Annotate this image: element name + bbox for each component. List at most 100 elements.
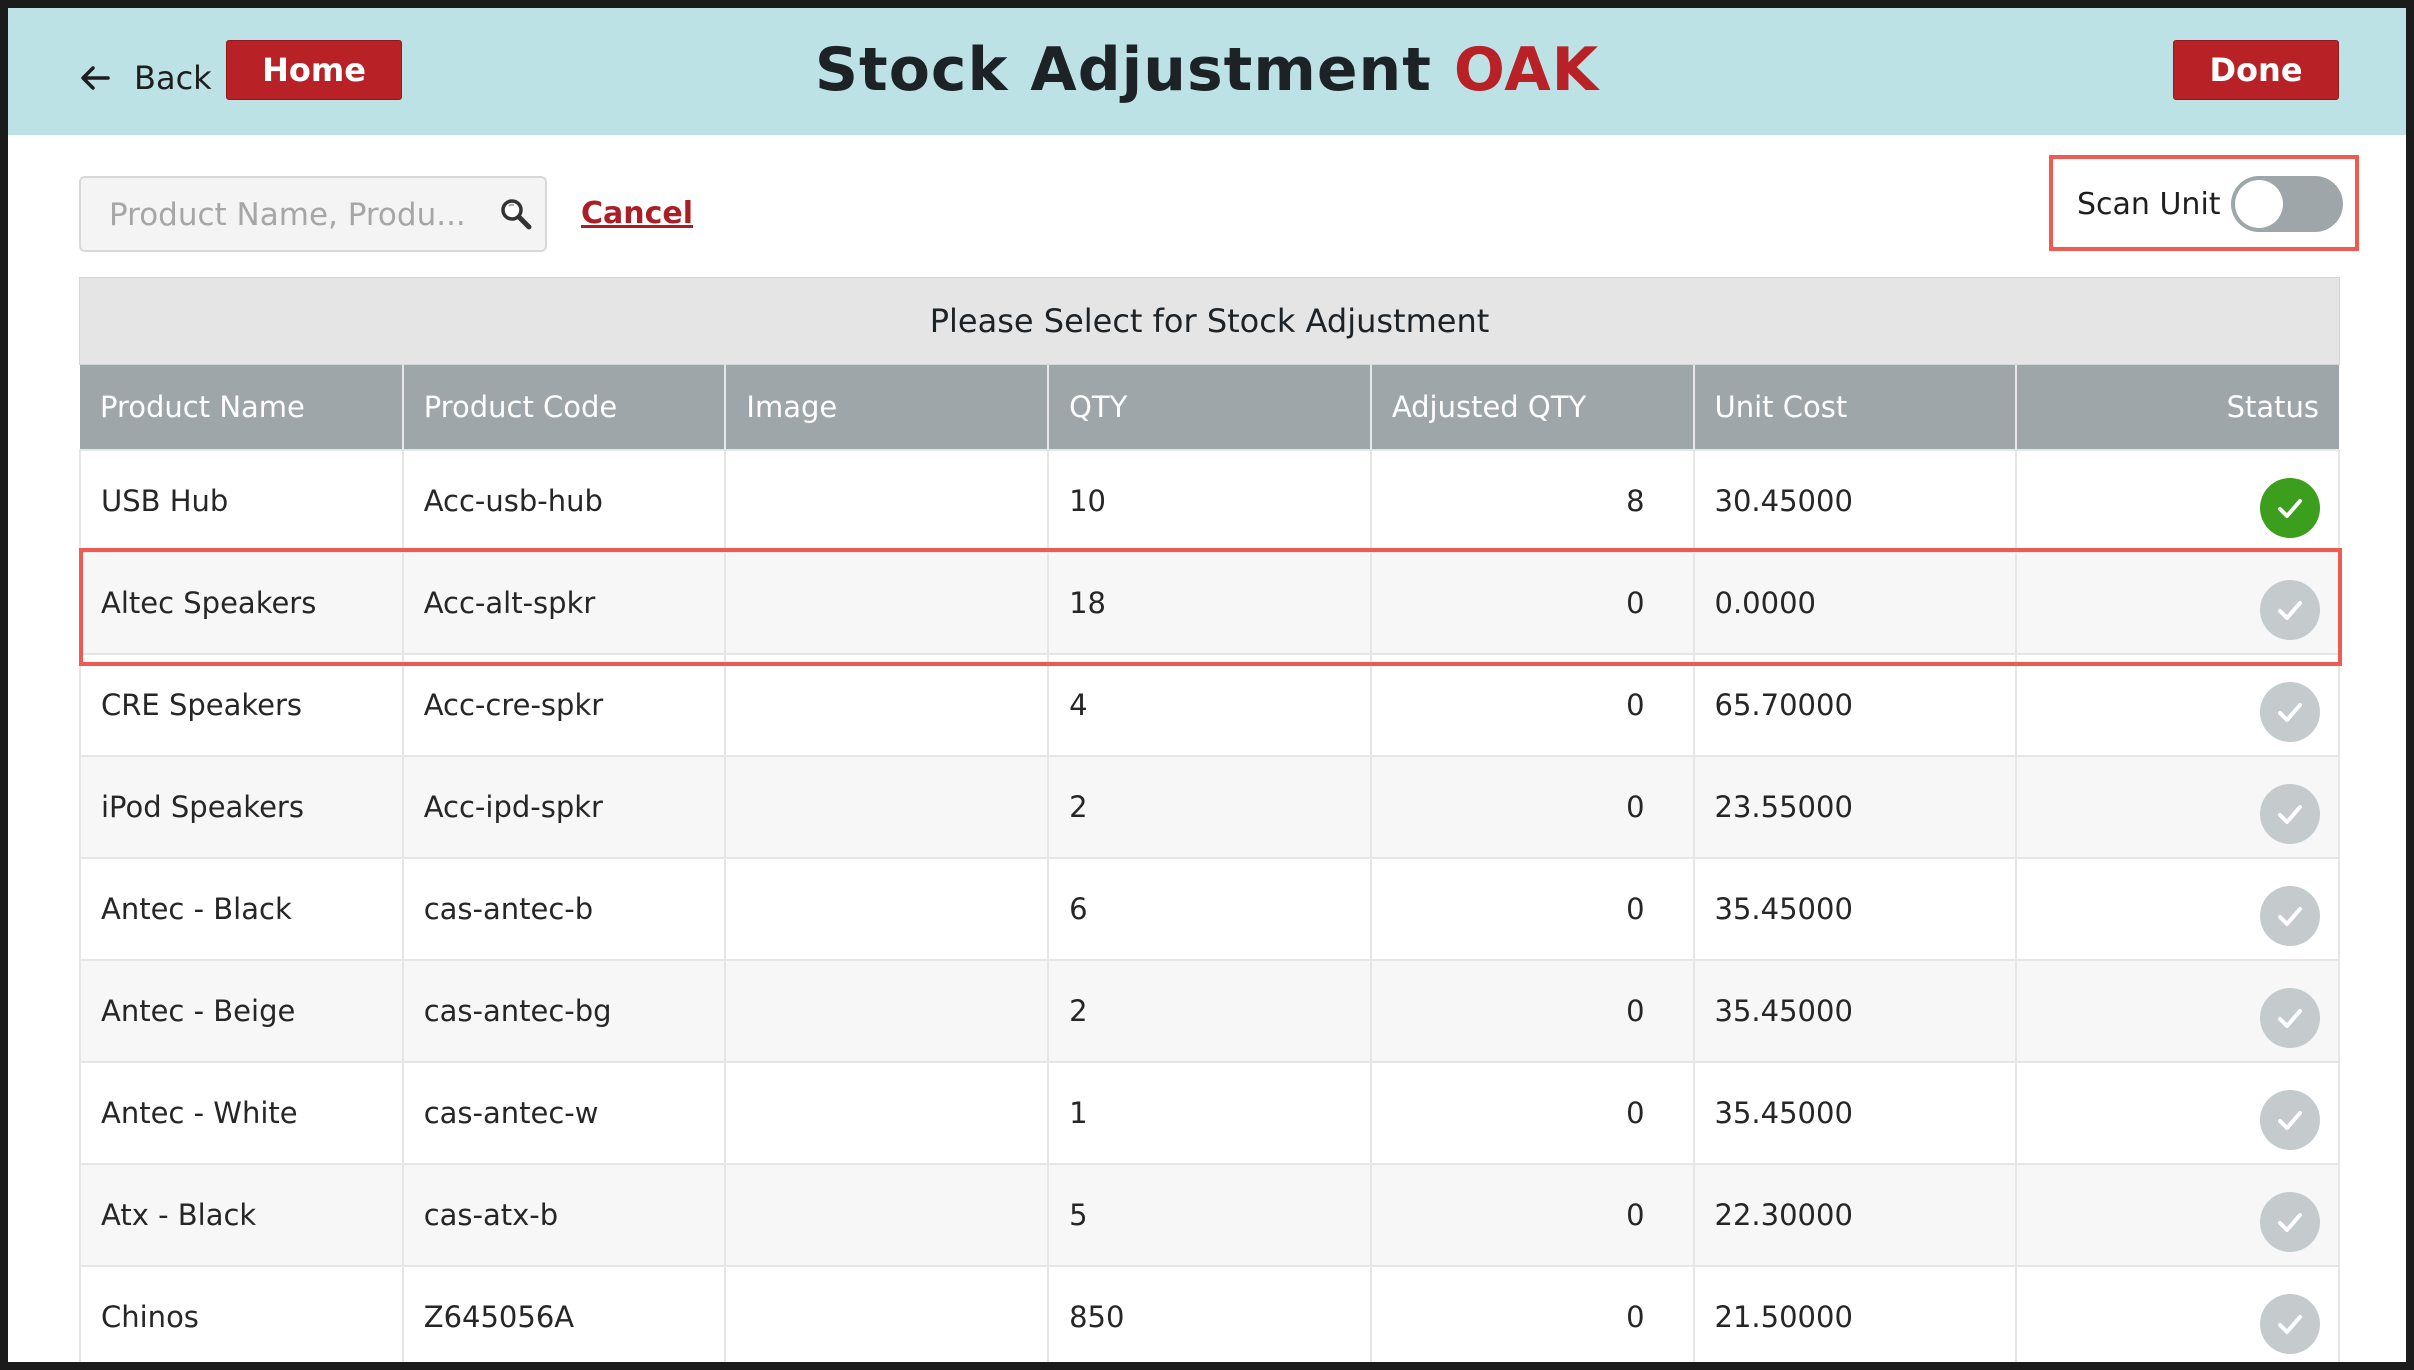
scan-unit-label: Scan Unit (2077, 187, 2221, 222)
column-header-status: Status (2016, 365, 2339, 450)
check-circle-icon[interactable] (2260, 1192, 2320, 1252)
unit-cost-cell: 23.55000 (1692, 755, 2018, 859)
qty-cell: 6 (1047, 857, 1372, 961)
search-input[interactable] (109, 194, 489, 236)
product-code-cell: Acc-ipd-spkr (401, 755, 727, 859)
adjusted-qty-cell[interactable]: 0 (1369, 755, 1695, 859)
qty-cell: 2 (1047, 755, 1372, 859)
adjusted-qty-cell[interactable]: 0 (1369, 653, 1695, 757)
status-cell (2015, 755, 2340, 859)
scan-unit-toggle[interactable] (2231, 176, 2343, 232)
status-cell (2015, 551, 2340, 655)
table-row[interactable]: CRE Speakers Acc-cre-spkr 4 0 65.70000 (79, 653, 2340, 757)
scan-unit-control: Scan Unit (2049, 155, 2359, 251)
unit-cost-cell: 30.45000 (1692, 449, 2018, 553)
product-name-cell: iPod Speakers (79, 755, 404, 859)
table-row[interactable]: USB Hub Acc-usb-hub 10 8 30.45000 (79, 449, 2340, 553)
adjusted-qty-cell[interactable]: 0 (1369, 1061, 1695, 1165)
status-cell (2015, 1265, 2340, 1362)
status-cell (2015, 1061, 2340, 1165)
image-cell (724, 1061, 1050, 1165)
unit-cost-cell: 35.45000 (1692, 959, 2018, 1063)
page-title: Stock Adjustment OAK (8, 35, 2406, 105)
column-header-product-code: Product Code (402, 365, 727, 450)
table-header-row: Product Name Product Code Image QTY Adju… (80, 365, 2339, 450)
adjusted-qty-cell[interactable]: 0 (1369, 857, 1695, 961)
unit-cost-cell: 35.45000 (1692, 1061, 2018, 1165)
qty-cell: 5 (1047, 1163, 1372, 1267)
qty-cell: 850 (1047, 1265, 1372, 1362)
product-name-cell: CRE Speakers (79, 653, 404, 757)
check-circle-icon[interactable] (2260, 886, 2320, 946)
image-cell (724, 653, 1050, 757)
product-name-cell: USB Hub (79, 449, 404, 553)
qty-cell: 4 (1047, 653, 1372, 757)
table-row[interactable]: Altec Speakers Acc-alt-spkr 18 0 0.0000 (79, 551, 2340, 655)
image-cell (724, 755, 1050, 859)
adjusted-qty-cell[interactable]: 0 (1369, 1163, 1695, 1267)
product-name-cell: Antec - Black (79, 857, 404, 961)
header-bar: Back Home Stock Adjustment OAK Done (8, 8, 2406, 135)
unit-cost-cell: 35.45000 (1692, 857, 2018, 961)
cancel-link[interactable]: Cancel (581, 196, 693, 231)
unit-cost-cell: 21.50000 (1692, 1265, 2018, 1362)
check-circle-icon[interactable] (2260, 1294, 2320, 1354)
status-cell (2015, 449, 2340, 553)
image-cell (724, 551, 1050, 655)
column-header-qty: QTY (1048, 365, 1372, 450)
product-name-cell: Antec - Beige (79, 959, 404, 1063)
status-cell (2015, 653, 2340, 757)
qty-cell: 18 (1047, 551, 1372, 655)
image-cell (724, 449, 1050, 553)
status-cell (2015, 959, 2340, 1063)
qty-cell: 1 (1047, 1061, 1372, 1165)
check-circle-icon[interactable] (2260, 988, 2320, 1048)
table-row[interactable]: iPod Speakers Acc-ipd-spkr 2 0 23.55000 (79, 755, 2340, 859)
table-row[interactable]: Atx - Black cas-atx-b 5 0 22.30000 (79, 1163, 2340, 1267)
adjusted-qty-cell[interactable]: 0 (1369, 959, 1695, 1063)
adjusted-qty-cell[interactable]: 0 (1369, 1265, 1695, 1362)
product-code-cell: Acc-usb-hub (401, 449, 727, 553)
column-header-image: Image (725, 365, 1050, 450)
image-cell (724, 857, 1050, 961)
search-box (79, 176, 547, 252)
table-row[interactable]: Chinos Z645056A 850 0 21.50000 (79, 1265, 2340, 1362)
product-code-cell: Z645056A (401, 1265, 727, 1362)
product-name-cell: Atx - Black (79, 1163, 404, 1267)
toggle-knob (2235, 180, 2283, 228)
unit-cost-cell: 0.0000 (1692, 551, 2018, 655)
product-code-cell: cas-antec-b (401, 857, 727, 961)
table-caption: Please Select for Stock Adjustment (79, 277, 2340, 365)
product-code-cell: cas-antec-w (401, 1061, 727, 1165)
product-code-cell: cas-atx-b (401, 1163, 727, 1267)
image-cell (724, 959, 1050, 1063)
stock-table: Please Select for Stock Adjustment Produ… (79, 277, 2340, 1362)
status-cell (2015, 1163, 2340, 1267)
image-cell (724, 1265, 1050, 1362)
table-row[interactable]: Antec - White cas-antec-w 1 0 35.45000 (79, 1061, 2340, 1165)
check-circle-icon[interactable] (2260, 580, 2320, 640)
product-name-cell: Chinos (79, 1265, 404, 1362)
adjusted-qty-cell[interactable]: 0 (1369, 551, 1695, 655)
product-code-cell: cas-antec-bg (401, 959, 727, 1063)
check-circle-icon[interactable] (2260, 1090, 2320, 1150)
search-icon[interactable] (499, 197, 533, 231)
column-header-product-name: Product Name (80, 365, 404, 450)
table-row[interactable]: Antec - Black cas-antec-b 6 0 35.45000 (79, 857, 2340, 961)
table-row[interactable]: Antec - Beige cas-antec-bg 2 0 35.45000 (79, 959, 2340, 1063)
column-header-unit-cost: Unit Cost (1693, 365, 2018, 450)
product-code-cell: Acc-cre-spkr (401, 653, 727, 757)
qty-cell: 2 (1047, 959, 1372, 1063)
check-circle-icon[interactable] (2260, 682, 2320, 742)
check-circle-icon[interactable] (2260, 478, 2320, 538)
product-name-cell: Altec Speakers (79, 551, 404, 655)
column-header-adjusted-qty: Adjusted QTY (1370, 365, 1695, 450)
status-cell (2015, 857, 2340, 961)
done-button[interactable]: Done (2173, 40, 2339, 100)
check-circle-icon[interactable] (2260, 784, 2320, 844)
adjusted-qty-cell[interactable]: 8 (1369, 449, 1695, 553)
image-cell (724, 1163, 1050, 1267)
product-code-cell: Acc-alt-spkr (401, 551, 727, 655)
unit-cost-cell: 22.30000 (1692, 1163, 2018, 1267)
qty-cell: 10 (1047, 449, 1372, 553)
